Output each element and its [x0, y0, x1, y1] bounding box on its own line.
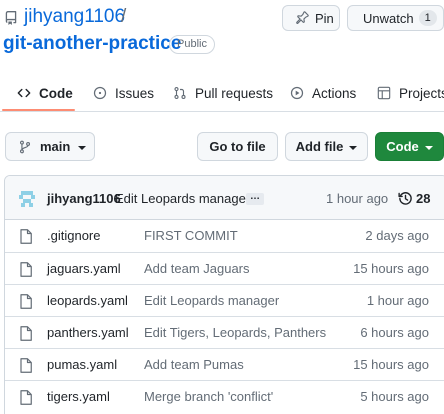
branch-name: main: [40, 139, 71, 154]
tab-label: Pull requests: [195, 85, 274, 101]
file-commit-message[interactable]: FIRST COMMIT: [144, 228, 238, 243]
add-file-button[interactable]: Add file: [285, 132, 368, 161]
history-icon[interactable]: [398, 191, 413, 206]
file-commit-time: 2 days ago: [365, 228, 429, 243]
go-to-file-button[interactable]: Go to file: [197, 132, 278, 161]
file-commit-time: 6 hours ago: [360, 325, 429, 340]
repo-path-separator: /: [121, 6, 127, 27]
unwatch-label: Unwatch: [363, 10, 414, 26]
file-commit-time: 1 hour ago: [366, 293, 429, 308]
file-name-link[interactable]: panthers.yaml: [47, 325, 129, 340]
file-icon: [20, 326, 32, 341]
code-icon: [17, 88, 31, 98]
file-icon: [20, 390, 32, 405]
tab-projects[interactable]: Projects: [377, 74, 444, 112]
commit-count[interactable]: 28: [416, 191, 430, 206]
file-commit-time: 15 hours ago: [353, 357, 429, 372]
commit-author-link[interactable]: jihyang1106: [47, 191, 121, 206]
issue-icon: [93, 86, 107, 100]
add-file-label: Add file: [295, 139, 344, 154]
file-name-link[interactable]: .gitignore: [47, 228, 100, 243]
file-name-link[interactable]: pumas.yaml: [47, 357, 117, 372]
file-row[interactable]: jaguars.yaml Add team Jaguars 15 hours a…: [5, 252, 444, 284]
tab-actions[interactable]: Actions: [290, 74, 356, 112]
commit-message-link[interactable]: Edit Leopards manager: [115, 191, 250, 206]
code-button-label: Code: [386, 139, 419, 154]
tab-issues[interactable]: Issues: [93, 74, 154, 112]
git-branch-icon: [19, 140, 31, 153]
repo-nav-tabs: Code Issues Pull requests Actions Projec…: [0, 74, 444, 112]
commit-time[interactable]: 1 hour ago: [326, 191, 388, 206]
table-icon: [377, 86, 391, 100]
file-row[interactable]: pumas.yaml Add team Pumas 15 hours ago: [5, 348, 444, 380]
repo-icon: [5, 11, 17, 25]
file-list: jihyang1106 Edit Leopards manager … 1 ho…: [4, 175, 444, 414]
file-icon: [20, 358, 32, 373]
chevron-down-icon: [349, 145, 358, 150]
file-row[interactable]: .gitignore FIRST COMMIT 2 days ago: [5, 220, 444, 252]
file-commit-message[interactable]: Add team Jaguars: [144, 261, 250, 276]
latest-commit-bar: jihyang1106 Edit Leopards manager … 1 ho…: [5, 176, 444, 220]
tab-label: Actions: [312, 85, 357, 101]
file-commit-message[interactable]: Merge branch 'conflict': [144, 389, 273, 404]
branch-select-button[interactable]: main: [5, 132, 95, 161]
tab-pull-requests[interactable]: Pull requests: [173, 74, 273, 112]
avatar[interactable]: [17, 189, 37, 209]
repo-owner-link[interactable]: jihyang1106: [24, 6, 125, 28]
tab-label: Code: [39, 85, 73, 101]
file-commit-message[interactable]: Add team Pumas: [144, 357, 244, 372]
pin-button[interactable]: Pin: [282, 5, 340, 31]
file-commit-time: 5 hours ago: [360, 389, 429, 404]
file-commit-message[interactable]: Edit Tigers, Leopards, Panthers: [144, 325, 326, 340]
file-row[interactable]: tigers.yaml Merge branch 'conflict' 5 ho…: [5, 380, 444, 412]
file-icon: [20, 262, 32, 277]
go-to-file-label: Go to file: [209, 139, 266, 154]
file-name-link[interactable]: jaguars.yaml: [47, 261, 121, 276]
play-icon: [290, 86, 304, 100]
code-button[interactable]: Code: [375, 132, 444, 161]
active-tab-indicator: [2, 109, 75, 111]
repo-name-link[interactable]: git-another-practice: [3, 33, 181, 55]
visibility-badge: Public: [169, 35, 215, 54]
unwatch-button[interactable]: Unwatch 1: [347, 5, 444, 31]
pin-icon: [296, 11, 309, 24]
tab-label: Issues: [115, 85, 155, 101]
tab-code[interactable]: Code: [17, 74, 73, 112]
file-row[interactable]: panthers.yaml Edit Tigers, Leopards, Pan…: [5, 316, 444, 348]
file-icon: [20, 229, 32, 244]
watch-count: 1: [418, 10, 437, 26]
expand-commit-button[interactable]: …: [246, 192, 264, 205]
pull-request-icon: [174, 87, 186, 99]
file-commit-message[interactable]: Edit Leopards manager: [144, 293, 279, 308]
tab-label: Projects: [399, 85, 444, 101]
file-row[interactable]: leopards.yaml Edit Leopards manager 1 ho…: [5, 284, 444, 316]
chevron-down-icon: [78, 145, 87, 150]
file-icon: [20, 294, 32, 309]
pin-label: Pin: [315, 10, 334, 26]
file-commit-time: 15 hours ago: [353, 261, 429, 276]
file-name-link[interactable]: leopards.yaml: [47, 293, 128, 308]
file-name-link[interactable]: tigers.yaml: [47, 389, 110, 404]
chevron-down-icon: [424, 145, 433, 150]
